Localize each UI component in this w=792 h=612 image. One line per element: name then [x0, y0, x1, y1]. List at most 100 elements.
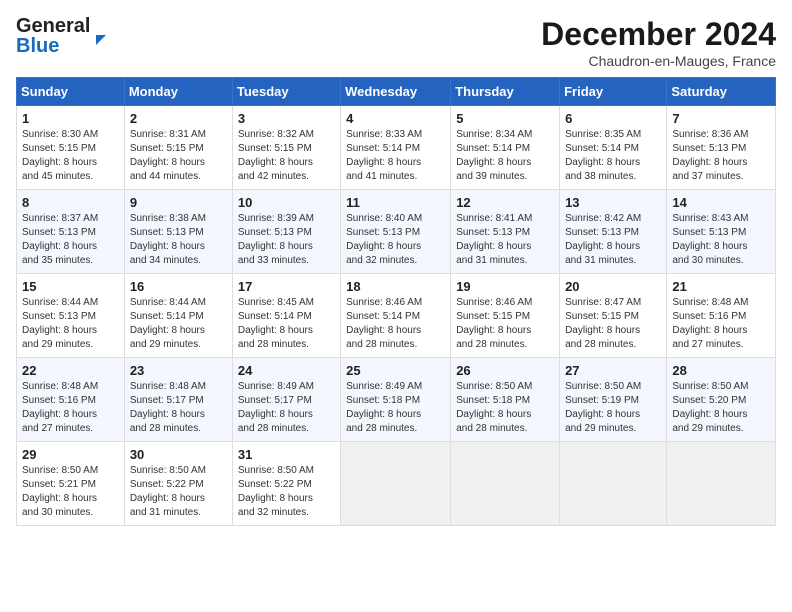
- calendar-week-row: 15Sunrise: 8:44 AM Sunset: 5:13 PM Dayli…: [17, 274, 776, 358]
- day-info: Sunrise: 8:49 AM Sunset: 5:18 PM Dayligh…: [346, 380, 445, 436]
- day-number: 6: [565, 111, 661, 126]
- day-info: Sunrise: 8:42 AM Sunset: 5:13 PM Dayligh…: [565, 212, 661, 268]
- day-number: 13: [565, 195, 661, 210]
- calendar-day-cell: [341, 442, 451, 526]
- day-info: Sunrise: 8:48 AM Sunset: 5:16 PM Dayligh…: [672, 296, 770, 352]
- calendar-day-cell: 12 Sunrise: 8:41 AM Sunset: 5:13 PM Dayli…: [451, 190, 560, 274]
- day-info: Sunrise: 8:49 AM Sunset: 5:17 PM Dayligh…: [238, 380, 335, 436]
- day-number: 8: [22, 195, 119, 210]
- calendar-day-cell: 4 Sunrise: 8:33 AM Sunset: 5:14 PM Daylig…: [341, 106, 451, 190]
- title-area: December 2024 Chaudron-en-Mauges, France: [541, 16, 776, 69]
- calendar-week-row: 8 Sunrise: 8:37 AM Sunset: 5:13 PM Daylig…: [17, 190, 776, 274]
- day-info: Sunrise: 8:36 AM Sunset: 5:13 PM Dayligh…: [672, 128, 770, 184]
- day-number: 2: [130, 111, 227, 126]
- calendar-day-cell: 11 Sunrise: 8:40 AM Sunset: 5:13 PM Dayli…: [341, 190, 451, 274]
- day-info: Sunrise: 8:39 AM Sunset: 5:13 PM Dayligh…: [238, 212, 335, 268]
- page-title: December 2024: [541, 16, 776, 53]
- day-info: Sunrise: 8:50 AM Sunset: 5:20 PM Dayligh…: [672, 380, 770, 436]
- calendar-day-cell: 18Sunrise: 8:46 AM Sunset: 5:14 PM Dayli…: [341, 274, 451, 358]
- day-info: Sunrise: 8:41 AM Sunset: 5:13 PM Dayligh…: [456, 212, 554, 268]
- page-subtitle: Chaudron-en-Mauges, France: [541, 53, 776, 69]
- day-info: Sunrise: 8:50 AM Sunset: 5:22 PM Dayligh…: [130, 464, 227, 520]
- day-info: Sunrise: 8:30 AM Sunset: 5:15 PM Dayligh…: [22, 128, 119, 184]
- calendar-day-header: Monday: [124, 78, 232, 106]
- calendar-day-header: Sunday: [17, 78, 125, 106]
- day-number: 26: [456, 363, 554, 378]
- calendar-day-cell: 1Sunrise: 8:30 AM Sunset: 5:15 PM Daylig…: [17, 106, 125, 190]
- calendar-day-header: Friday: [560, 78, 667, 106]
- calendar-week-row: 22Sunrise: 8:48 AM Sunset: 5:16 PM Dayli…: [17, 358, 776, 442]
- logo-blue: Blue: [16, 36, 90, 56]
- day-number: 10: [238, 195, 335, 210]
- calendar-header-row: SundayMondayTuesdayWednesdayThursdayFrid…: [17, 78, 776, 106]
- calendar-day-cell: 9 Sunrise: 8:38 AM Sunset: 5:13 PM Daylig…: [124, 190, 232, 274]
- calendar-day-cell: 13 Sunrise: 8:42 AM Sunset: 5:13 PM Dayli…: [560, 190, 667, 274]
- calendar-day-cell: 23 Sunrise: 8:48 AM Sunset: 5:17 PM Dayli…: [124, 358, 232, 442]
- calendar-day-cell: 25 Sunrise: 8:49 AM Sunset: 5:18 PM Dayli…: [341, 358, 451, 442]
- calendar-day-cell: 2 Sunrise: 8:31 AM Sunset: 5:15 PM Daylig…: [124, 106, 232, 190]
- calendar-day-cell: 30 Sunrise: 8:50 AM Sunset: 5:22 PM Dayli…: [124, 442, 232, 526]
- day-number: 11: [346, 195, 445, 210]
- calendar-day-cell: 5 Sunrise: 8:34 AM Sunset: 5:14 PM Daylig…: [451, 106, 560, 190]
- calendar-day-cell: 19 Sunrise: 8:46 AM Sunset: 5:15 PM Dayli…: [451, 274, 560, 358]
- calendar-day-cell: 16 Sunrise: 8:44 AM Sunset: 5:14 PM Dayli…: [124, 274, 232, 358]
- calendar-day-cell: 7 Sunrise: 8:36 AM Sunset: 5:13 PM Daylig…: [667, 106, 776, 190]
- day-number: 25: [346, 363, 445, 378]
- day-number: 27: [565, 363, 661, 378]
- day-info: Sunrise: 8:40 AM Sunset: 5:13 PM Dayligh…: [346, 212, 445, 268]
- day-info: Sunrise: 8:46 AM Sunset: 5:14 PM Dayligh…: [346, 296, 445, 352]
- day-number: 12: [456, 195, 554, 210]
- calendar-day-cell: 8 Sunrise: 8:37 AM Sunset: 5:13 PM Daylig…: [17, 190, 125, 274]
- day-number: 9: [130, 195, 227, 210]
- calendar-day-cell: 14Sunrise: 8:43 AM Sunset: 5:13 PM Dayli…: [667, 190, 776, 274]
- day-info: Sunrise: 8:45 AM Sunset: 5:14 PM Dayligh…: [238, 296, 335, 352]
- day-info: Sunrise: 8:48 AM Sunset: 5:17 PM Dayligh…: [130, 380, 227, 436]
- day-number: 7: [672, 111, 770, 126]
- day-info: Sunrise: 8:44 AM Sunset: 5:13 PM Dayligh…: [22, 296, 119, 352]
- day-info: Sunrise: 8:44 AM Sunset: 5:14 PM Dayligh…: [130, 296, 227, 352]
- day-number: 23: [130, 363, 227, 378]
- day-number: 4: [346, 111, 445, 126]
- calendar-week-row: 29Sunrise: 8:50 AM Sunset: 5:21 PM Dayli…: [17, 442, 776, 526]
- calendar-day-cell: 6 Sunrise: 8:35 AM Sunset: 5:14 PM Daylig…: [560, 106, 667, 190]
- calendar-day-cell: 17 Sunrise: 8:45 AM Sunset: 5:14 PM Dayli…: [232, 274, 340, 358]
- day-number: 17: [238, 279, 335, 294]
- day-number: 5: [456, 111, 554, 126]
- logo-arrow-icon: [96, 35, 106, 45]
- day-info: Sunrise: 8:34 AM Sunset: 5:14 PM Dayligh…: [456, 128, 554, 184]
- calendar-day-header: Saturday: [667, 78, 776, 106]
- day-number: 30: [130, 447, 227, 462]
- day-number: 21: [672, 279, 770, 294]
- calendar-day-cell: 27Sunrise: 8:50 AM Sunset: 5:19 PM Dayli…: [560, 358, 667, 442]
- calendar-day-cell: [451, 442, 560, 526]
- calendar-body: 1Sunrise: 8:30 AM Sunset: 5:15 PM Daylig…: [17, 106, 776, 526]
- calendar-day-cell: [560, 442, 667, 526]
- day-info: Sunrise: 8:32 AM Sunset: 5:15 PM Dayligh…: [238, 128, 335, 184]
- day-info: Sunrise: 8:38 AM Sunset: 5:13 PM Dayligh…: [130, 212, 227, 268]
- day-info: Sunrise: 8:33 AM Sunset: 5:14 PM Dayligh…: [346, 128, 445, 184]
- calendar-table: SundayMondayTuesdayWednesdayThursdayFrid…: [16, 77, 776, 526]
- day-info: Sunrise: 8:31 AM Sunset: 5:15 PM Dayligh…: [130, 128, 227, 184]
- day-number: 3: [238, 111, 335, 126]
- calendar-day-cell: 24Sunrise: 8:49 AM Sunset: 5:17 PM Dayli…: [232, 358, 340, 442]
- day-info: Sunrise: 8:46 AM Sunset: 5:15 PM Dayligh…: [456, 296, 554, 352]
- calendar-day-cell: 3 Sunrise: 8:32 AM Sunset: 5:15 PM Daylig…: [232, 106, 340, 190]
- day-info: Sunrise: 8:50 AM Sunset: 5:22 PM Dayligh…: [238, 464, 335, 520]
- day-number: 20: [565, 279, 661, 294]
- day-info: Sunrise: 8:43 AM Sunset: 5:13 PM Dayligh…: [672, 212, 770, 268]
- calendar-day-cell: 22Sunrise: 8:48 AM Sunset: 5:16 PM Dayli…: [17, 358, 125, 442]
- calendar-day-cell: 28Sunrise: 8:50 AM Sunset: 5:20 PM Dayli…: [667, 358, 776, 442]
- day-number: 16: [130, 279, 227, 294]
- page-header: General Blue December 2024 Chaudron-en-M…: [16, 16, 776, 69]
- calendar-week-row: 1Sunrise: 8:30 AM Sunset: 5:15 PM Daylig…: [17, 106, 776, 190]
- day-info: Sunrise: 8:35 AM Sunset: 5:14 PM Dayligh…: [565, 128, 661, 184]
- calendar-day-cell: 26Sunrise: 8:50 AM Sunset: 5:18 PM Dayli…: [451, 358, 560, 442]
- day-number: 19: [456, 279, 554, 294]
- calendar-day-header: Thursday: [451, 78, 560, 106]
- calendar-day-cell: 21 Sunrise: 8:48 AM Sunset: 5:16 PM Dayli…: [667, 274, 776, 358]
- logo: General Blue: [16, 16, 106, 56]
- day-info: Sunrise: 8:48 AM Sunset: 5:16 PM Dayligh…: [22, 380, 119, 436]
- logo-general: General: [16, 16, 90, 36]
- day-number: 29: [22, 447, 119, 462]
- day-info: Sunrise: 8:37 AM Sunset: 5:13 PM Dayligh…: [22, 212, 119, 268]
